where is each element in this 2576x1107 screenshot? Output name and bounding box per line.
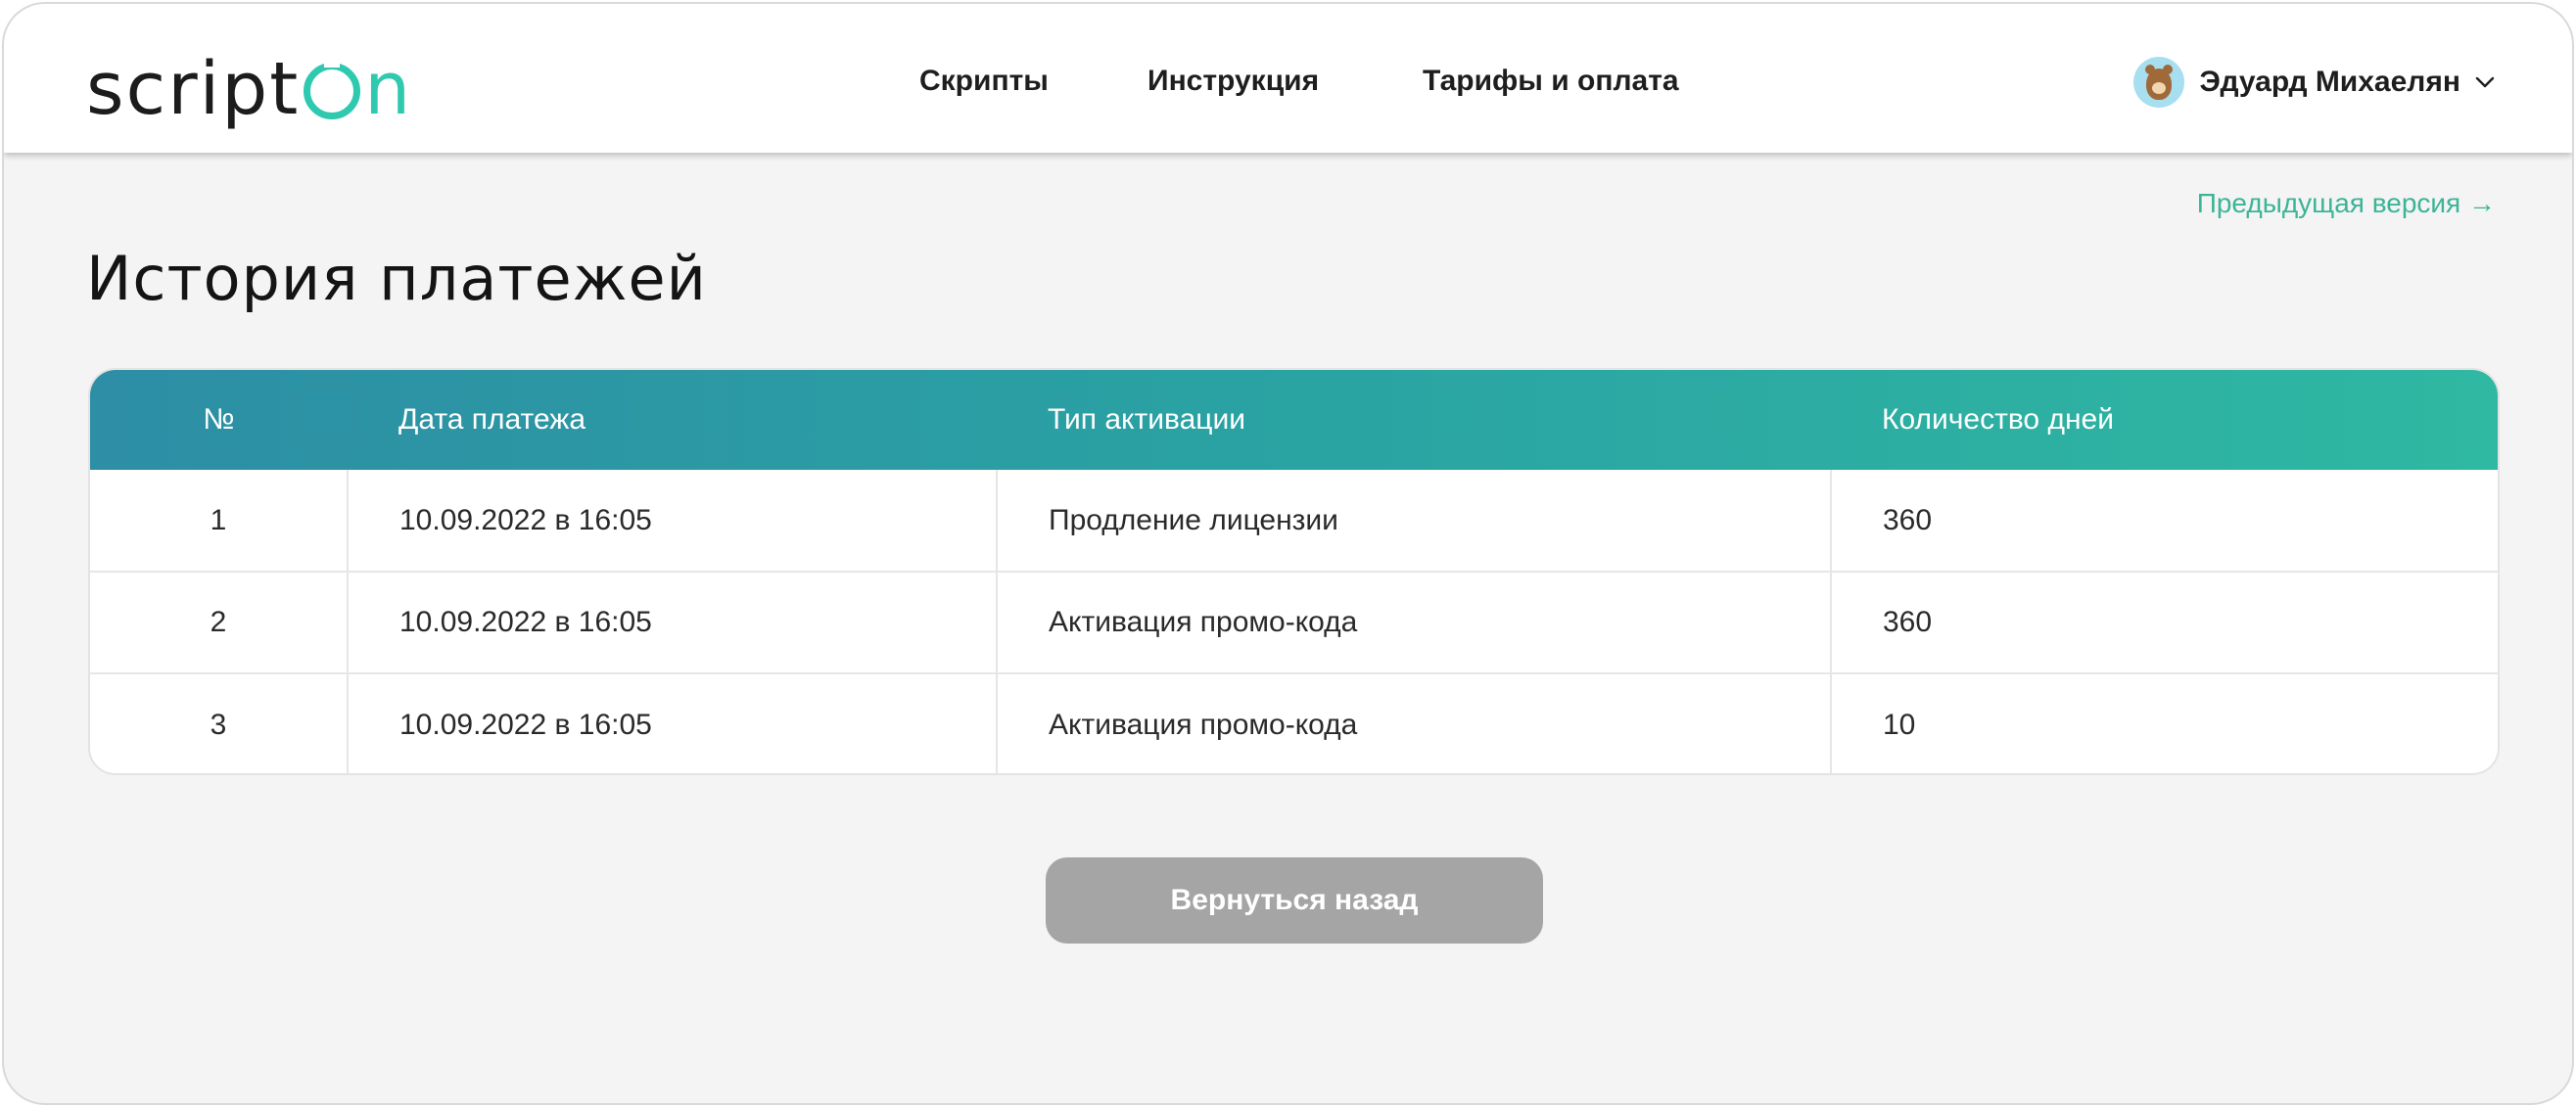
- user-name: Эдуард Михаелян: [2199, 66, 2460, 98]
- cell-type: Активация промо-кода: [996, 571, 1831, 673]
- column-header-number: №: [203, 403, 235, 436]
- cell-number: 3: [90, 672, 348, 773]
- chevron-down-icon: [2475, 76, 2495, 88]
- column-header-days: Количество дней: [1882, 403, 2114, 436]
- cell-days: 360: [1830, 571, 2498, 673]
- cell-date: 10.09.2022 в 16:05: [347, 571, 997, 673]
- back-button[interactable]: Вернуться назад: [1046, 857, 1543, 944]
- table-row: 2 10.09.2022 в 16:05 Активация промо-код…: [90, 571, 2498, 673]
- column-header-date: Дата платежа: [398, 403, 586, 436]
- app-window: script n Скрипты Инструкция Тарифы и опл…: [2, 2, 2574, 1105]
- cell-days: 10: [1830, 672, 2498, 773]
- table-row: 1 10.09.2022 в 16:05 Продление лицензии …: [90, 470, 2498, 572]
- cell-days: 360: [1830, 470, 2498, 572]
- cell-number: 1: [210, 503, 227, 536]
- avatar: [2132, 57, 2184, 108]
- user-menu[interactable]: Эдуард Михаелян: [2132, 57, 2496, 108]
- column-header-type: Тип активации: [1048, 403, 1245, 436]
- cell-date: 10.09.2022 в 16:05: [347, 470, 997, 572]
- payments-table: № Дата платежа Тип активации Количество …: [88, 368, 2500, 775]
- nav-item-tariffs[interactable]: Тарифы и оплата: [1423, 67, 1679, 96]
- cell-type: Продление лицензии: [996, 470, 1831, 572]
- logo-o-ring-icon: [304, 52, 361, 119]
- cell-type: Активация промо-кода: [996, 672, 1831, 773]
- nav-item-instructions[interactable]: Инструкция: [1147, 67, 1319, 96]
- cell-number: 2: [90, 571, 348, 673]
- nav-item-scripts[interactable]: Скрипты: [919, 67, 1049, 96]
- scripton-logo[interactable]: script n: [86, 31, 412, 125]
- page-title: История платежей: [86, 243, 707, 314]
- logo-text-suffix: n: [364, 47, 413, 131]
- logo-text-prefix: script: [86, 47, 301, 131]
- cell-date: 10.09.2022 в 16:05: [347, 672, 997, 773]
- previous-version-link[interactable]: Предыдущая версия →: [2197, 188, 2496, 219]
- top-header: script n Скрипты Инструкция Тарифы и опл…: [4, 4, 2572, 153]
- table-header: № Дата платежа Тип активации Количество …: [90, 370, 2498, 470]
- bear-muzzle: [2151, 82, 2166, 94]
- table-row: 3 10.09.2022 в 16:05 Активация промо-код…: [90, 672, 2498, 773]
